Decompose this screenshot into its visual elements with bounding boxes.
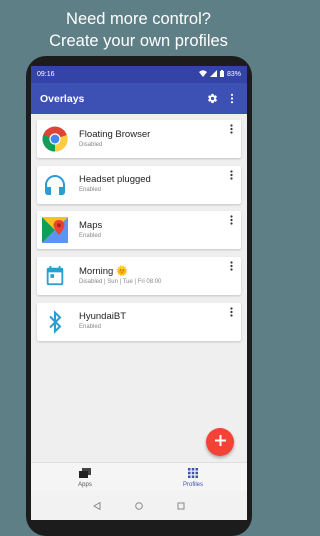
tab-apps[interactable]: Apps: [31, 463, 139, 492]
profile-name: Morning 🌞: [79, 265, 128, 277]
profile-card-headset-plugged[interactable]: Headset plugged Enabled: [37, 165, 241, 204]
profile-card-floating-browser[interactable]: Floating Browser Disabled: [37, 120, 241, 158]
tab-profiles[interactable]: Profiles: [139, 463, 247, 492]
profile-status: Enabled: [79, 324, 102, 331]
profile-card-maps[interactable]: Maps Enabled: [37, 211, 241, 250]
profile-status: Disabled: [79, 141, 103, 148]
headset-icon: [41, 171, 69, 199]
grid-icon: [188, 468, 198, 479]
promo-headline: Need more control? Create your own profi…: [0, 8, 277, 52]
profile-name: Floating Browser: [79, 128, 151, 140]
more-vert-icon[interactable]: [227, 124, 235, 136]
gear-icon[interactable]: [205, 92, 219, 106]
app-screen: 09:16 83% Overlays Floating Browser Disa…: [31, 66, 247, 520]
add-profile-button[interactable]: [206, 428, 234, 456]
apps-stack-icon: [79, 468, 91, 479]
back-icon[interactable]: [93, 497, 101, 515]
more-vert-icon[interactable]: [225, 92, 239, 106]
signal-icon: [209, 70, 217, 79]
profile-name: Maps: [79, 219, 103, 231]
headline-line-1: Need more control?: [66, 10, 211, 28]
more-vert-icon[interactable]: [227, 215, 235, 227]
app-bar: Overlays: [31, 83, 247, 114]
profile-status: Enabled: [79, 187, 102, 194]
status-time: 09:16: [37, 71, 55, 78]
profile-card-morning[interactable]: Morning 🌞 Disabled | Sun | Tue | Fri 08:…: [37, 257, 241, 296]
more-vert-icon[interactable]: [227, 170, 235, 182]
profile-name: Headset plugged: [79, 174, 151, 186]
maps-icon: [41, 216, 69, 244]
system-navigation-bar: [31, 491, 247, 520]
calendar-icon: [41, 262, 69, 290]
bluetooth-icon: [41, 308, 69, 336]
home-icon[interactable]: [135, 497, 143, 515]
plus-icon: [214, 433, 226, 451]
recents-icon[interactable]: [177, 497, 185, 515]
wifi-icon: [198, 70, 207, 79]
bottom-navigation: Apps Profiles: [31, 462, 247, 492]
profile-name: HyundaiBT: [79, 311, 126, 323]
profile-list: Floating Browser Disabled Headset plugge…: [31, 114, 247, 341]
battery-icon: [219, 70, 224, 79]
app-title: Overlays: [40, 92, 85, 105]
battery-percent: 83%: [226, 71, 241, 78]
profile-status: Enabled: [79, 232, 102, 239]
chrome-icon: [41, 125, 69, 153]
headline-line-2: Create your own profiles: [49, 32, 228, 50]
status-bar: 09:16 83%: [31, 66, 247, 83]
tab-label: Profiles: [182, 481, 203, 488]
profile-status: Disabled | Sun | Tue | Fri 08:00: [79, 278, 162, 285]
more-vert-icon[interactable]: [227, 261, 235, 273]
profile-card-hyundaibt[interactable]: HyundaiBT Enabled: [37, 302, 241, 341]
more-vert-icon[interactable]: [227, 307, 235, 319]
tab-label: Apps: [78, 481, 92, 488]
